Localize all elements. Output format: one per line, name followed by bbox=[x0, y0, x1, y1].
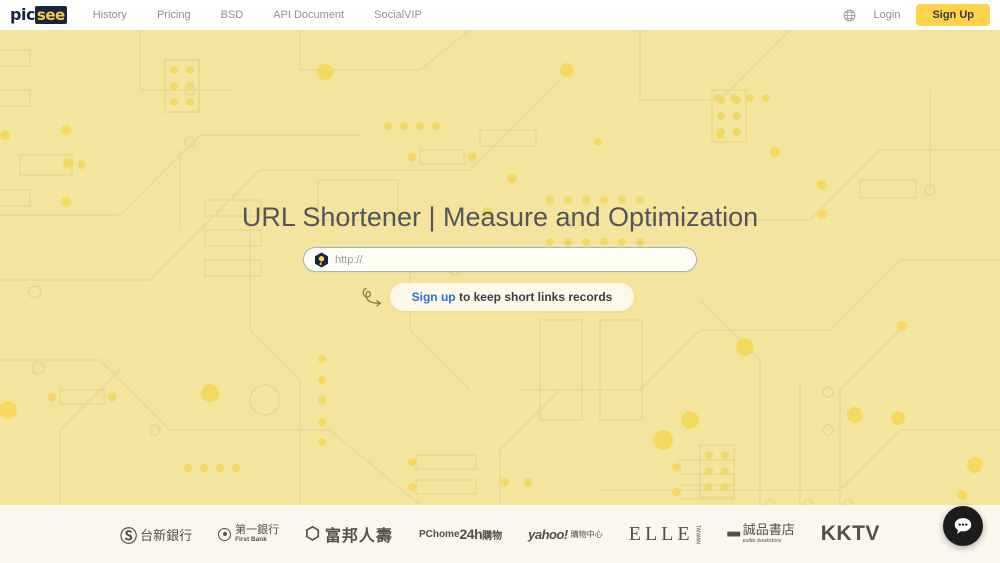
url-shortener-form bbox=[303, 247, 697, 272]
signup-cta-link[interactable]: Sign up bbox=[412, 290, 456, 304]
partner-logo-taishin-bank: Ⓢ 台新銀行 bbox=[120, 522, 192, 547]
fubon-label: 富邦人壽 bbox=[325, 522, 393, 546]
partner-logo-eslite-bookstore: ■■■ 誠品書店 eslite bookstore bbox=[727, 524, 795, 545]
main-navigation: History Pricing BSD API Document SocialV… bbox=[93, 9, 452, 21]
kktv-label: KKTV bbox=[821, 522, 880, 546]
eslite-mark-icon: ■■■ bbox=[727, 529, 739, 540]
signup-cta-row: Sign up to keep short links records bbox=[360, 283, 635, 311]
first-bank-label-en: First Bank bbox=[235, 537, 279, 544]
nav-item-bsd[interactable]: BSD bbox=[221, 9, 244, 21]
picsee-badge-icon bbox=[314, 252, 329, 268]
page-title: URL Shortener | Measure and Optimization bbox=[242, 202, 758, 233]
logo-text-see: see bbox=[35, 6, 67, 24]
signup-cta-text: to keep short links records bbox=[456, 290, 613, 304]
elle-label: ELLE bbox=[629, 523, 694, 546]
url-input[interactable] bbox=[335, 254, 686, 266]
globe-icon[interactable] bbox=[843, 9, 856, 22]
page-root: pic see History Pricing BSD API Document… bbox=[0, 0, 1000, 563]
hero-section: URL Shortener | Measure and Optimization… bbox=[0, 30, 1000, 505]
partner-logo-elle: ELLE TAIWAN bbox=[629, 523, 701, 546]
nav-item-pricing[interactable]: Pricing bbox=[157, 9, 191, 21]
chat-widget-button[interactable] bbox=[943, 506, 983, 546]
partner-logo-fubon-life: ⬡ 富邦人壽 bbox=[305, 522, 393, 546]
login-link[interactable]: Login bbox=[874, 9, 901, 21]
partner-logos-bar: Ⓢ 台新銀行 第一銀行 First Bank ⬡ 富邦人壽 PChome 24h… bbox=[0, 505, 1000, 563]
logo-text-pic: pic bbox=[10, 6, 35, 24]
first-bank-label-cn: 第一銀行 bbox=[235, 524, 279, 535]
taishin-label: 台新銀行 bbox=[140, 525, 192, 544]
nav-item-socialvip[interactable]: SocialVIP bbox=[374, 9, 422, 21]
nav-item-api-document[interactable]: API Document bbox=[273, 9, 344, 21]
pchome-label-2: 24h bbox=[460, 526, 483, 542]
first-bank-mark-icon bbox=[218, 528, 231, 541]
partner-logo-yahoo-shopping: yahoo! 購物中心 bbox=[528, 527, 603, 542]
elle-sublabel: TAIWAN bbox=[695, 525, 701, 544]
first-bank-label-stack: 第一銀行 First Bank bbox=[235, 524, 279, 544]
header-actions: Login Sign Up bbox=[843, 0, 990, 30]
taishin-mark-icon: Ⓢ bbox=[120, 522, 136, 547]
fubon-mark-icon: ⬡ bbox=[305, 524, 320, 544]
hero-content: URL Shortener | Measure and Optimization… bbox=[0, 30, 1000, 505]
eslite-label-stack: 誠品書店 eslite bookstore bbox=[743, 524, 795, 545]
partner-logo-first-bank: 第一銀行 First Bank bbox=[218, 524, 279, 544]
site-header: pic see History Pricing BSD API Document… bbox=[0, 0, 1000, 30]
partner-logo-pchome: PChome 24h 購物 bbox=[419, 526, 502, 542]
curly-arrow-icon bbox=[360, 284, 386, 310]
pchome-label-1: PChome bbox=[419, 529, 460, 540]
partner-logo-kktv: KKTV bbox=[821, 522, 880, 546]
yahoo-label: yahoo! bbox=[528, 527, 568, 542]
signup-button[interactable]: Sign Up bbox=[916, 4, 990, 26]
chat-bubble-icon bbox=[952, 515, 974, 537]
nav-item-history[interactable]: History bbox=[93, 9, 127, 21]
yahoo-sublabel: 購物中心 bbox=[571, 529, 603, 540]
pchome-label-3: 購物 bbox=[482, 527, 502, 542]
signup-cta-badge[interactable]: Sign up to keep short links records bbox=[390, 283, 635, 311]
picsee-logo[interactable]: pic see bbox=[10, 6, 67, 24]
eslite-label-en: eslite bookstore bbox=[743, 539, 795, 545]
eslite-label-cn: 誠品書店 bbox=[743, 524, 795, 537]
